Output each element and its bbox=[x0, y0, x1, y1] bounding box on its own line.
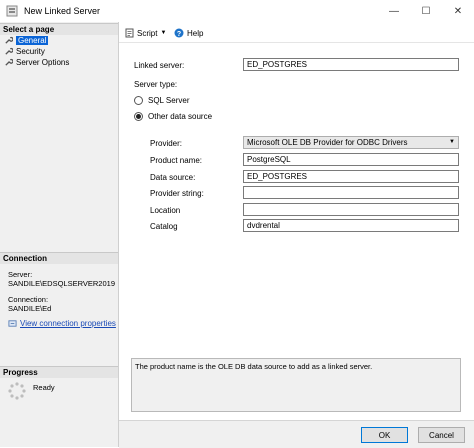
title-bar: New Linked Server — ☐ ✕ bbox=[0, 0, 474, 23]
server-label: Server: bbox=[8, 270, 33, 279]
toolbar bbox=[119, 22, 474, 43]
page-general-label: General bbox=[16, 36, 49, 45]
radio-unchecked-icon bbox=[134, 96, 143, 105]
select-page-header: Select a page bbox=[0, 23, 118, 35]
other-data-source-label: Other data source bbox=[148, 112, 213, 121]
chevron-down-icon: ▼ bbox=[449, 139, 455, 145]
sql-server-radio[interactable]: SQL Server bbox=[134, 96, 190, 105]
script-icon bbox=[125, 28, 134, 38]
progress-spinner-icon bbox=[8, 382, 26, 400]
server-value: SANDILE\EDSQLSERVER2019 bbox=[8, 279, 115, 288]
window-title: New Linked Server bbox=[24, 6, 101, 16]
server-type-label: Server type: bbox=[134, 80, 178, 89]
linked-server-input[interactable]: ED_POSTGRES bbox=[243, 58, 459, 71]
location-input[interactable] bbox=[243, 203, 459, 216]
connection-label: Connection: bbox=[8, 295, 49, 304]
app-icon bbox=[6, 5, 18, 17]
wrench-icon bbox=[5, 47, 13, 55]
progress-header: Progress bbox=[0, 366, 118, 378]
provider-value: Microsoft OLE DB Provider for ODBC Drive… bbox=[247, 138, 408, 147]
connection-header: Connection bbox=[0, 252, 118, 264]
data-source-label: Data source: bbox=[150, 173, 196, 182]
sql-server-label: SQL Server bbox=[148, 96, 190, 105]
view-connection-properties-label: View connection properties bbox=[20, 319, 116, 328]
page-security-label: Security bbox=[16, 47, 45, 56]
linked-server-label: Linked server: bbox=[134, 61, 185, 70]
script-button[interactable]: Script ▼ bbox=[125, 27, 166, 39]
progress-status: Ready bbox=[33, 383, 55, 392]
page-general[interactable]: General bbox=[4, 35, 49, 46]
data-source-input[interactable]: ED_POSTGRES bbox=[243, 170, 459, 183]
catalog-input[interactable]: dvdrental bbox=[243, 219, 459, 232]
maximize-button[interactable]: ☐ bbox=[410, 0, 442, 22]
help-button[interactable]: ? Help bbox=[174, 27, 203, 39]
help-label: Help bbox=[187, 28, 204, 38]
view-connection-properties-link[interactable]: View connection properties bbox=[8, 318, 116, 329]
chevron-down-icon: ▼ bbox=[160, 30, 167, 36]
provider-string-input[interactable] bbox=[243, 186, 459, 199]
help-icon: ? bbox=[174, 28, 184, 38]
product-name-input[interactable]: PostgreSQL bbox=[243, 153, 459, 166]
ok-button[interactable]: OK bbox=[361, 427, 408, 443]
page-server-options-label: Server Options bbox=[16, 58, 70, 67]
connection-value: SANDILE\Ed bbox=[8, 304, 52, 313]
script-label: Script bbox=[137, 28, 158, 38]
cancel-button[interactable]: Cancel bbox=[418, 427, 465, 443]
radio-checked-icon bbox=[134, 112, 143, 121]
page-security[interactable]: Security bbox=[4, 46, 45, 57]
description-panel: The product name is the OLE DB data sour… bbox=[131, 358, 461, 412]
provider-label: Provider: bbox=[150, 139, 183, 148]
catalog-label: Catalog bbox=[150, 222, 178, 231]
connection-properties-icon bbox=[8, 320, 17, 327]
svg-text:?: ? bbox=[177, 31, 181, 38]
provider-select[interactable]: Microsoft OLE DB Provider for ODBC Drive… bbox=[243, 136, 459, 149]
close-button[interactable]: ✕ bbox=[442, 0, 474, 22]
wrench-icon bbox=[5, 58, 13, 66]
product-name-label: Product name: bbox=[150, 156, 203, 165]
provider-string-label: Provider string: bbox=[150, 189, 204, 198]
wrench-icon bbox=[5, 36, 13, 44]
page-server-options[interactable]: Server Options bbox=[4, 57, 69, 68]
minimize-button[interactable]: — bbox=[378, 0, 410, 22]
location-label: Location bbox=[150, 206, 181, 215]
other-data-source-radio[interactable]: Other data source bbox=[134, 112, 212, 121]
